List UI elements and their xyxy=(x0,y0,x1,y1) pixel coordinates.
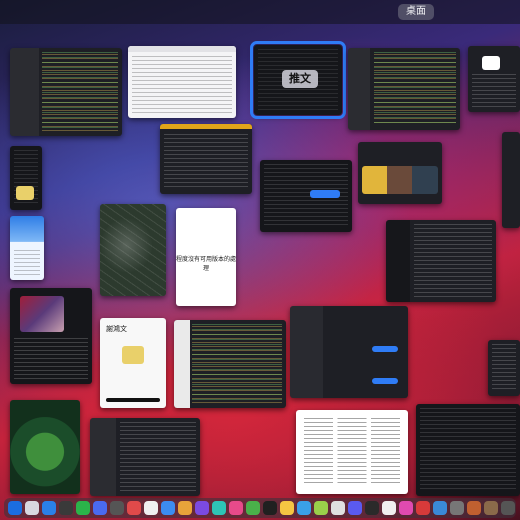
code-lines xyxy=(374,52,456,126)
terminal-icon[interactable] xyxy=(59,501,73,515)
document-columns xyxy=(304,418,400,486)
app-icon-pink[interactable] xyxy=(399,501,413,515)
document-text: 程度沒有可用版本的處理 xyxy=(176,256,236,273)
trash-icon[interactable] xyxy=(501,501,515,515)
window-messages[interactable] xyxy=(160,124,252,194)
image-post xyxy=(20,296,64,332)
app-icon-gray[interactable] xyxy=(331,501,345,515)
editor-sidebar xyxy=(348,48,371,130)
app-icon-tan[interactable] xyxy=(484,501,498,515)
app-icon-green[interactable] xyxy=(246,501,260,515)
window-file-manager[interactable] xyxy=(90,418,200,496)
window-toolbar xyxy=(160,124,252,129)
app-icon-yellow[interactable] xyxy=(280,501,294,515)
editor-lines xyxy=(420,408,516,492)
chat-bubble xyxy=(310,190,340,198)
spaces-bar: 桌面 xyxy=(0,0,520,24)
window-phone-app[interactable] xyxy=(10,216,44,280)
notes-icon[interactable] xyxy=(144,501,158,515)
dock xyxy=(4,498,516,518)
window-partial-right[interactable] xyxy=(502,132,520,228)
window-messages-2[interactable] xyxy=(290,306,408,398)
window-code-editor-2[interactable] xyxy=(348,48,460,130)
app-icon-slate[interactable] xyxy=(450,501,464,515)
window-messenger[interactable] xyxy=(260,160,352,232)
server-sidebar xyxy=(386,220,411,302)
app-icon-brown[interactable] xyxy=(467,501,481,515)
app-icon-sky[interactable] xyxy=(433,501,447,515)
launchpad-icon[interactable] xyxy=(25,501,39,515)
chat-heading: 謝鴻文 xyxy=(106,325,127,333)
sticky-note xyxy=(16,186,34,200)
mail-icon[interactable] xyxy=(93,501,107,515)
app-icon-teal[interactable] xyxy=(212,501,226,515)
finder-icon[interactable] xyxy=(8,501,22,515)
feed-lines xyxy=(14,338,88,380)
selected-window-label: 推文 xyxy=(282,70,318,88)
safari-icon[interactable] xyxy=(42,501,56,515)
editor-sidebar xyxy=(10,48,40,136)
window-partial-right-2[interactable] xyxy=(488,340,520,396)
settings-icon[interactable] xyxy=(110,501,124,515)
music-icon[interactable] xyxy=(229,501,243,515)
file-sidebar xyxy=(90,418,117,496)
code-lines xyxy=(192,324,282,404)
app-icon-orange[interactable] xyxy=(178,501,192,515)
window-phone-notes[interactable] xyxy=(10,146,42,210)
desktop-space-button[interactable]: 桌面 xyxy=(398,4,434,20)
conversation-list xyxy=(290,306,324,398)
app-icon-lime[interactable] xyxy=(314,501,328,515)
app-icon-dark[interactable] xyxy=(365,501,379,515)
chat-bubble xyxy=(372,346,398,352)
window-chat-card[interactable]: 謝鴻文 xyxy=(100,318,166,408)
app-icon-indigo[interactable] xyxy=(348,501,362,515)
chat-preview xyxy=(482,56,500,70)
file-rows xyxy=(120,422,196,492)
window-chat-app[interactable] xyxy=(468,46,520,112)
window-spreadsheet[interactable] xyxy=(128,46,236,118)
sticker-image xyxy=(122,346,144,364)
window-video-app[interactable] xyxy=(358,142,442,204)
chat-bubble xyxy=(372,378,398,384)
app-icon-white[interactable] xyxy=(382,501,396,515)
window-toolbar xyxy=(128,46,236,52)
window-cjk-document[interactable] xyxy=(296,410,408,494)
app-icon-blue[interactable] xyxy=(297,501,311,515)
app-icon-black[interactable] xyxy=(263,501,277,515)
table-rows xyxy=(132,56,232,114)
app-icon-red[interactable] xyxy=(127,501,141,515)
editor-sidebar xyxy=(174,320,190,408)
window-text-editor[interactable] xyxy=(416,404,520,496)
code-lines xyxy=(42,52,118,132)
app-list xyxy=(14,250,40,276)
content-lines xyxy=(492,344,516,392)
window-document[interactable]: 程度沒有可用版本的處理 xyxy=(176,208,236,306)
app-store-icon[interactable] xyxy=(161,501,175,515)
window-map-satellite[interactable] xyxy=(100,204,166,296)
app-icon-crimson[interactable] xyxy=(416,501,430,515)
window-social-feed[interactable] xyxy=(10,288,92,384)
chat-lines xyxy=(472,74,516,108)
video-thumbnails xyxy=(362,166,438,194)
home-indicator xyxy=(106,398,160,402)
messages-icon[interactable] xyxy=(76,501,90,515)
window-map-green[interactable] xyxy=(10,400,80,494)
app-icon-purple[interactable] xyxy=(195,501,209,515)
message-list xyxy=(164,134,248,190)
window-code-editor-1[interactable] xyxy=(10,48,122,136)
window-discord[interactable] xyxy=(386,220,496,302)
message-feed xyxy=(414,224,492,298)
window-code-editor-3[interactable] xyxy=(174,320,286,408)
